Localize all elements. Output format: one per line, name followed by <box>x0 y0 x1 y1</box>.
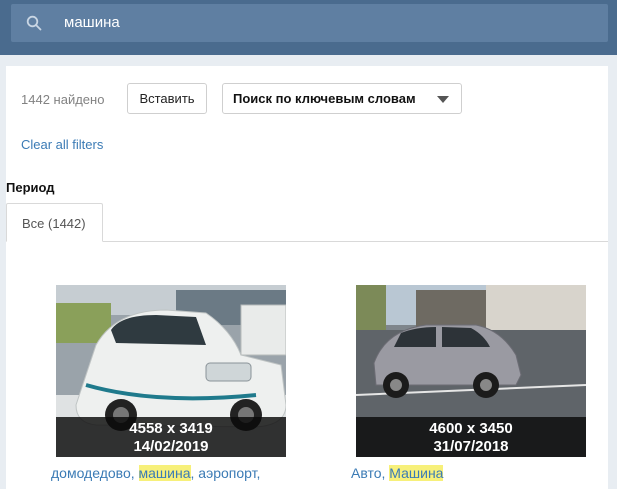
period-label: Период <box>6 180 55 195</box>
tag-link[interactable]: домодедово <box>51 465 131 481</box>
insert-button[interactable]: Вставить <box>127 83 207 114</box>
photo-date: 14/02/2019 <box>133 438 209 455</box>
search-mode-value: Поиск по ключевым словам <box>233 91 416 106</box>
clear-filters-link[interactable]: Clear all filters <box>21 137 103 152</box>
photo-dimensions: 4558 x 3419 <box>129 420 213 437</box>
results-count: 1442 найдено <box>21 92 105 107</box>
tag-link[interactable]: Авто <box>351 465 382 481</box>
top-bar: машина <box>0 0 617 55</box>
photo-date: 31/07/2018 <box>433 438 509 455</box>
search-input[interactable]: машина <box>64 14 120 32</box>
result-photo[interactable]: 4558 x 3419 14/02/2019 <box>56 285 286 457</box>
tag-link-highlighted[interactable]: машина <box>138 465 191 481</box>
tab-all-label: Все (1442) <box>22 216 86 231</box>
photo-caption: 4600 x 3450 31/07/2018 <box>356 417 586 457</box>
search-box[interactable]: машина <box>11 4 608 42</box>
chevron-down-icon <box>437 96 449 103</box>
photo-caption: 4558 x 3419 14/02/2019 <box>56 417 286 457</box>
photo-dimensions: 4600 x 3450 <box>429 420 513 437</box>
tag-list: Авто, Машина <box>351 465 444 481</box>
tag-link[interactable]: аэропорт <box>198 465 256 481</box>
tab-all[interactable]: Все (1442) <box>6 203 103 242</box>
tag-link-highlighted[interactable]: Машина <box>389 465 444 481</box>
tag-list: домодедово, машина, аэропорт, <box>51 465 261 481</box>
search-icon <box>26 15 42 31</box>
results-panel: 1442 найдено Вставить Поиск по ключевым … <box>6 66 608 489</box>
result-photo[interactable]: 4600 x 3450 31/07/2018 <box>356 285 586 457</box>
search-mode-select[interactable]: Поиск по ключевым словам <box>222 83 462 114</box>
